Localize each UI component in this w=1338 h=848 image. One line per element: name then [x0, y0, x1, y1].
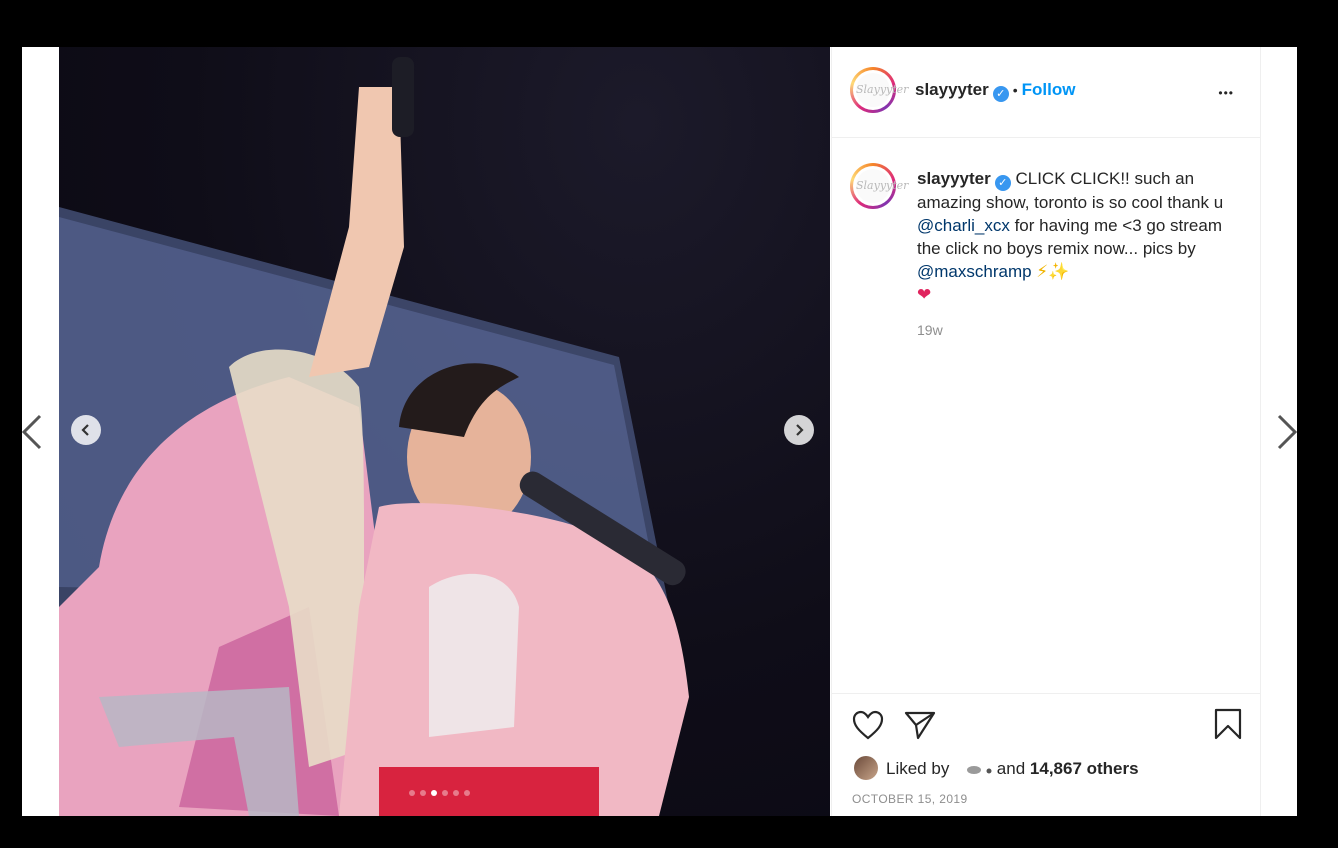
- mention-link[interactable]: @maxschramp: [917, 262, 1032, 281]
- avatar[interactable]: Slayyyter: [850, 67, 908, 113]
- carousel-prev-button[interactable]: [71, 415, 101, 445]
- more-options-button[interactable]: •••: [1218, 77, 1234, 103]
- chevron-left-icon: [81, 424, 89, 436]
- caption-username[interactable]: slayyyter: [917, 169, 991, 188]
- next-post-button[interactable]: [1275, 414, 1299, 450]
- carousel-dot: [409, 790, 415, 796]
- separator-dot: •: [1012, 82, 1018, 98]
- liked-prefix: Liked by: [886, 759, 950, 778]
- liker-name[interactable]: [954, 761, 992, 775]
- carousel-dot: [442, 790, 448, 796]
- previous-post-button[interactable]: [20, 414, 44, 450]
- liked-and: and: [996, 759, 1026, 778]
- carousel-next-button[interactable]: [784, 415, 814, 445]
- carousel-indicator: [409, 790, 470, 796]
- carousel-dot: [453, 790, 459, 796]
- avatar-logo: Slayyyter: [856, 73, 908, 107]
- post-time-ago[interactable]: 19w: [917, 322, 943, 338]
- liker-avatar[interactable]: [854, 756, 878, 780]
- chevron-right-icon: [796, 424, 804, 436]
- caption-emoji: ⚡✨: [1031, 262, 1070, 281]
- verified-icon: ✓: [994, 175, 1011, 191]
- carousel-dot: [431, 790, 437, 796]
- likes-count-link[interactable]: 14,867 others: [1030, 759, 1139, 778]
- bookmark-icon: [1214, 708, 1242, 740]
- chevron-right-icon: [1277, 414, 1298, 450]
- post-header: Slayyyter slayyyter ✓ • Follow •••: [832, 47, 1260, 138]
- concert-photo-illustration: [59, 57, 689, 816]
- heart-icon: [852, 710, 884, 740]
- follow-button[interactable]: Follow: [1022, 80, 1076, 99]
- post-photo: [59, 47, 830, 816]
- share-button[interactable]: [904, 710, 936, 745]
- share-icon: [904, 711, 936, 740]
- likes-summary: Liked by and 14,867 others: [854, 756, 1139, 780]
- post-caption: slayyyter ✓ CLICK CLICK!! such an amazing…: [917, 167, 1237, 306]
- post-date: OCTOBER 15, 2019: [852, 792, 968, 806]
- chevron-left-icon: [21, 414, 42, 450]
- avatar-logo: Slayyyter: [856, 169, 908, 203]
- carousel-dot: [420, 790, 426, 796]
- verified-icon: ✓: [992, 86, 1009, 102]
- mention-link[interactable]: @charli_xcx: [917, 216, 1010, 235]
- save-button[interactable]: [1214, 708, 1242, 745]
- heart-emoji: ❤: [917, 285, 932, 304]
- post-side-panel: Slayyyter slayyyter ✓ • Follow ••• Slayyyte…: [831, 47, 1261, 816]
- like-button[interactable]: [852, 710, 884, 745]
- more-icon: •••: [1218, 86, 1234, 100]
- caption-avatar[interactable]: Slayyyter: [850, 163, 908, 209]
- header-username[interactable]: slayyyter: [915, 80, 989, 99]
- post-actions: Liked by and 14,867 others OCTOBER 15, 2…: [832, 693, 1260, 817]
- carousel-dot: [464, 790, 470, 796]
